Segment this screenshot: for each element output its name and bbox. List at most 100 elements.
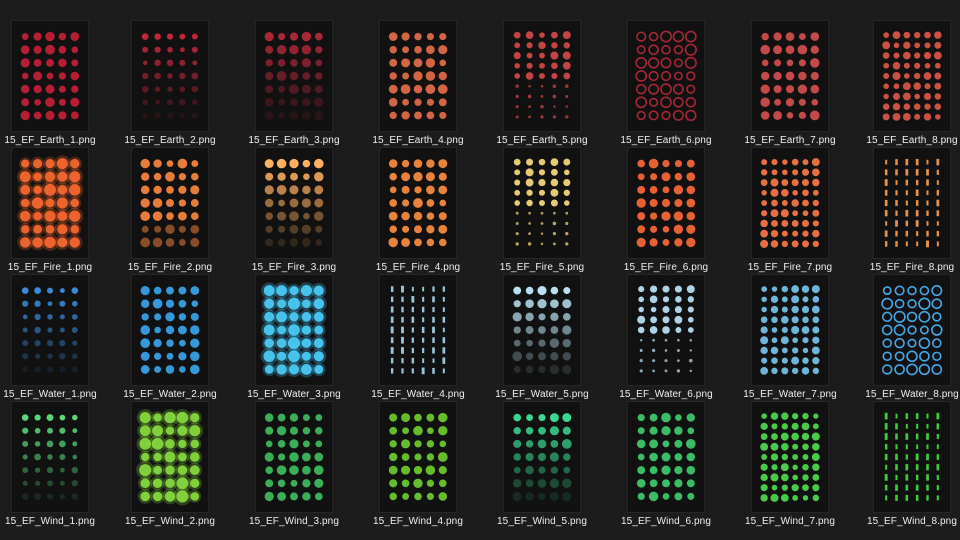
file-item[interactable]: 15_EF_Water_6.png	[606, 274, 726, 406]
sprite-sheet-preview	[20, 31, 80, 121]
file-name-label: 15_EF_Water_2.png	[123, 389, 217, 400]
file-thumbnail	[131, 147, 209, 259]
file-name-label: 15_EF_Wind_5.png	[497, 516, 587, 527]
file-thumbnail	[627, 274, 705, 386]
file-name-label: 15_EF_Fire_1.png	[7, 262, 93, 273]
file-name-label: 15_EF_Wind_6.png	[621, 516, 711, 527]
file-name-label: 15_EF_Fire_6.png	[623, 262, 709, 273]
file-thumbnail	[255, 274, 333, 386]
file-item[interactable]: 15_EF_Wind_4.png	[358, 401, 478, 533]
file-thumbnail	[379, 401, 457, 513]
file-name-label: 15_EF_Water_6.png	[619, 389, 713, 400]
file-name-label: 15_EF_Water_8.png	[865, 389, 959, 400]
file-name-label: 15_EF_Water_4.png	[371, 389, 465, 400]
file-item[interactable]: 15_EF_Water_8.png	[852, 274, 960, 406]
file-name-label: 15_EF_Fire_8.png	[869, 262, 955, 273]
file-name-label: 15_EF_Earth_4.png	[372, 135, 464, 146]
file-name-label: 15_EF_Wind_7.png	[745, 516, 835, 527]
file-thumbnail	[131, 401, 209, 513]
file-name-label: 15_EF_Water_7.png	[743, 389, 837, 400]
file-name-label: 15_EF_Wind_4.png	[373, 516, 463, 527]
file-item[interactable]: 15_EF_Water_3.png	[234, 274, 354, 406]
file-thumbnail	[255, 147, 333, 259]
file-item[interactable]: 15_EF_Water_1.png	[0, 274, 110, 406]
file-item[interactable]: 15_EF_Earth_7.png	[730, 20, 850, 152]
file-thumbnail	[379, 274, 457, 386]
file-item[interactable]: 15_EF_Fire_2.png	[110, 147, 230, 279]
sprite-sheet-preview	[635, 30, 697, 122]
sprite-sheet-preview	[884, 412, 940, 501]
sprite-sheet-preview	[513, 31, 571, 119]
file-name-label: 15_EF_Water_3.png	[247, 389, 341, 400]
file-item[interactable]: 15_EF_Wind_1.png	[0, 401, 110, 533]
file-item[interactable]: 15_EF_Earth_5.png	[482, 20, 602, 152]
file-thumbnail	[503, 274, 581, 386]
file-thumbnail	[255, 20, 333, 132]
sprite-sheet-preview	[264, 31, 324, 121]
file-name-label: 15_EF_Wind_1.png	[5, 516, 95, 527]
file-name-label: 15_EF_Wind_2.png	[125, 516, 215, 527]
file-item[interactable]: 15_EF_Earth_4.png	[358, 20, 478, 152]
file-item[interactable]: 15_EF_Water_4.png	[358, 274, 478, 406]
file-thumbnail	[503, 20, 581, 132]
sprite-sheet-preview	[140, 285, 200, 375]
file-item[interactable]: 15_EF_Water_7.png	[730, 274, 850, 406]
file-item[interactable]: 15_EF_Wind_5.png	[482, 401, 602, 533]
sprite-sheet-preview	[16, 155, 84, 251]
file-item[interactable]: 15_EF_Earth_2.png	[110, 20, 230, 152]
sprite-sheet-preview	[388, 159, 448, 248]
file-item[interactable]: 15_EF_Fire_1.png	[0, 147, 110, 279]
file-name-label: 15_EF_Earth_8.png	[866, 135, 958, 146]
file-item[interactable]: 15_EF_Water_5.png	[482, 274, 602, 406]
sprite-sheet-preview	[260, 282, 327, 378]
sprite-sheet-preview	[882, 31, 942, 121]
file-item[interactable]: 15_EF_Wind_2.png	[110, 401, 230, 533]
file-name-label: 15_EF_Fire_5.png	[499, 262, 585, 273]
file-item[interactable]: 15_EF_Fire_4.png	[358, 147, 478, 279]
file-thumbnail	[751, 20, 829, 132]
file-item[interactable]: 15_EF_Fire_6.png	[606, 147, 726, 279]
sprite-sheet-preview	[140, 158, 200, 248]
file-thumbnail	[873, 274, 951, 386]
sprite-sheet-preview	[21, 414, 79, 500]
file-name-label: 15_EF_Earth_2.png	[124, 135, 216, 146]
file-item[interactable]: 15_EF_Wind_8.png	[852, 401, 960, 533]
sprite-sheet-preview	[264, 158, 324, 247]
sprite-sheet-preview	[760, 412, 820, 502]
file-thumbnail	[627, 147, 705, 259]
file-thumbnail	[255, 401, 333, 513]
file-thumbnail	[751, 147, 829, 259]
file-item[interactable]: 15_EF_Wind_3.png	[234, 401, 354, 533]
file-item[interactable]: 15_EF_Fire_5.png	[482, 147, 602, 279]
sprite-sheet-preview	[636, 412, 696, 502]
sprite-sheet-preview	[884, 158, 940, 248]
file-grid: 15_EF_Earth_1.png 15_EF_Earth_2.png 15_EF_…	[0, 0, 960, 540]
file-item[interactable]: 15_EF_Earth_8.png	[852, 20, 960, 152]
file-thumbnail	[11, 147, 89, 259]
file-item[interactable]: 15_EF_Water_2.png	[110, 274, 230, 406]
sprite-sheet-preview	[141, 33, 199, 119]
sprite-sheet-preview	[388, 412, 448, 501]
file-item[interactable]: 15_EF_Earth_1.png	[0, 20, 110, 152]
sprite-sheet-preview	[513, 158, 571, 246]
file-name-label: 15_EF_Earth_1.png	[4, 135, 96, 146]
file-name-label: 15_EF_Wind_8.png	[867, 516, 957, 527]
file-name-label: 15_EF_Earth_5.png	[496, 135, 588, 146]
file-thumbnail	[751, 401, 829, 513]
file-item[interactable]: 15_EF_Wind_6.png	[606, 401, 726, 533]
file-thumbnail	[131, 274, 209, 386]
file-item[interactable]: 15_EF_Earth_3.png	[234, 20, 354, 152]
file-name-label: 15_EF_Fire_3.png	[251, 262, 337, 273]
file-item[interactable]: 15_EF_Wind_7.png	[730, 401, 850, 533]
file-thumbnail	[873, 147, 951, 259]
sprite-sheet-preview	[636, 158, 696, 248]
sprite-sheet-preview	[512, 285, 572, 375]
file-item[interactable]: 15_EF_Fire_7.png	[730, 147, 850, 279]
file-item[interactable]: 15_EF_Fire_8.png	[852, 147, 960, 279]
file-item[interactable]: 15_EF_Fire_3.png	[234, 147, 354, 279]
file-item[interactable]: 15_EF_Earth_6.png	[606, 20, 726, 152]
file-name-label: 15_EF_Earth_7.png	[744, 135, 836, 146]
sprite-sheet-preview	[760, 158, 820, 248]
sprite-sheet-preview	[512, 413, 572, 502]
file-name-label: 15_EF_Water_1.png	[3, 389, 97, 400]
